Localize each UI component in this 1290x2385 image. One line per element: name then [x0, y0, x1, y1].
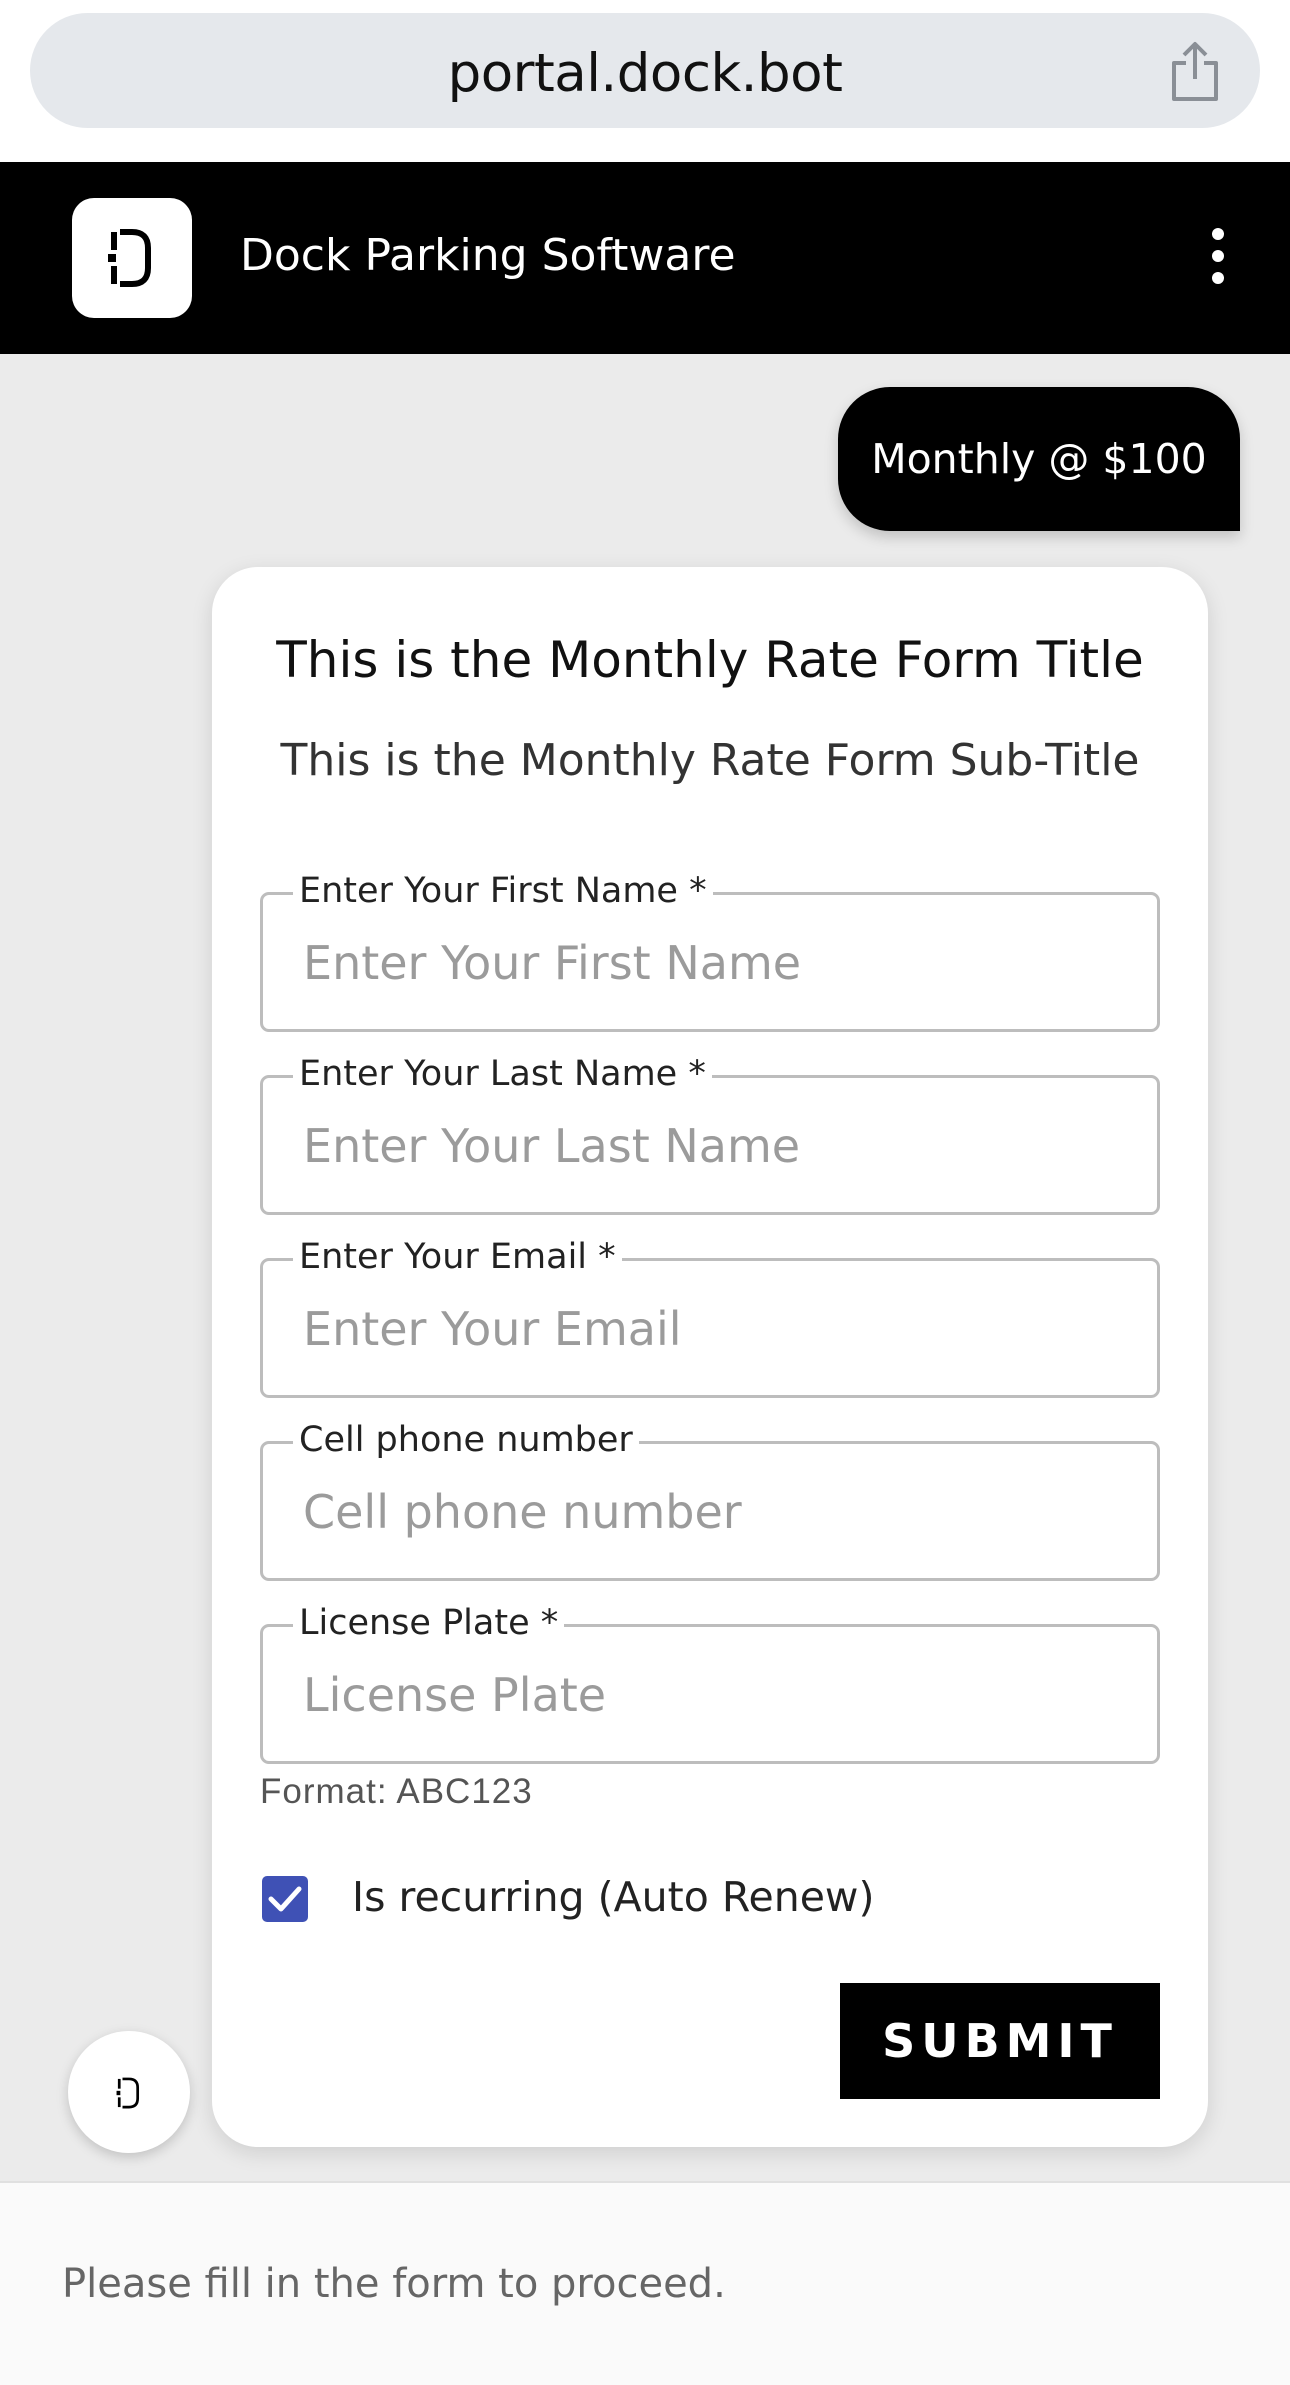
dock-logo-icon [72, 198, 192, 318]
cell-phone-label: Cell phone number [293, 1420, 639, 1460]
bot-avatar[interactable] [68, 2031, 190, 2153]
license-plate-input[interactable] [303, 1657, 1123, 1733]
recurring-checkbox[interactable] [262, 1876, 308, 1922]
app-header: Dock Parking Software [0, 162, 1290, 354]
recurring-label[interactable]: Is recurring (Auto Renew) [352, 1873, 874, 1921]
email-input[interactable] [303, 1291, 1123, 1367]
share-icon[interactable] [1166, 41, 1224, 103]
license-plate-label: License Plate * [293, 1603, 565, 1643]
dock-logo-icon [116, 2077, 140, 2109]
email-field[interactable]: Enter Your Email * [260, 1237, 1160, 1398]
app-title: Dock Parking Software [240, 230, 736, 281]
cell-phone-input[interactable] [303, 1474, 1123, 1550]
status-message: Please fill in the form to proceed. [62, 2261, 726, 2307]
first-name-label: Enter Your First Name * [293, 871, 713, 911]
kebab-menu-icon[interactable] [1206, 228, 1230, 288]
form-title: This is the Monthly Rate Form Title [276, 631, 1144, 689]
url-bar[interactable]: portal.dock.bot [30, 13, 1260, 128]
form-subtitle: This is the Monthly Rate Form Sub-Title [280, 735, 1140, 786]
user-message-bubble: Monthly @ $100 [838, 387, 1240, 531]
email-label: Enter Your Email * [293, 1237, 622, 1277]
last-name-label: Enter Your Last Name * [293, 1054, 712, 1094]
last-name-field[interactable]: Enter Your Last Name * [260, 1054, 1160, 1215]
last-name-input[interactable] [303, 1108, 1123, 1184]
chat-input-bar: Please fill in the form to proceed. [0, 2181, 1290, 2385]
form-card: This is the Monthly Rate Form Title This… [212, 567, 1208, 2147]
first-name-field[interactable]: Enter Your First Name * [260, 871, 1160, 1032]
first-name-input[interactable] [303, 925, 1123, 1001]
cell-phone-field[interactable]: Cell phone number [260, 1420, 1160, 1581]
url-text[interactable]: portal.dock.bot [30, 43, 1260, 104]
submit-button[interactable]: SUBMIT [840, 1983, 1160, 2099]
browser-bar: portal.dock.bot [0, 0, 1290, 162]
license-plate-helper: Format: ABC123 [260, 1772, 533, 1811]
license-plate-field[interactable]: License Plate * [260, 1603, 1160, 1764]
check-icon [268, 1886, 302, 1912]
